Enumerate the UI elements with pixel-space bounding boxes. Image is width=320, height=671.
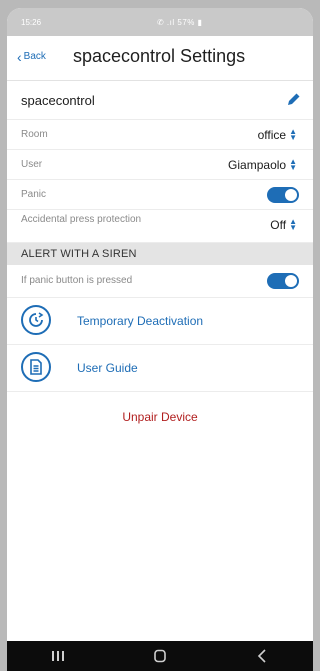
accidental-press-label: Accidental press protection (21, 214, 142, 225)
user-value: Giampaolo (228, 158, 287, 172)
accidental-press-value: Off (270, 218, 287, 232)
user-label: User (21, 159, 43, 170)
siren-toggle[interactable] (267, 273, 299, 289)
section-header-siren: ALERT WITH A SIREN (7, 243, 313, 265)
temporary-deactivation-button[interactable]: Temporary Deactivation (7, 298, 313, 345)
back-label: Back (23, 51, 46, 62)
user-row[interactable]: User Giampaolo ▲ ▼ (7, 150, 313, 180)
device-name-row[interactable]: spacecontrol (7, 81, 313, 120)
user-guide-label: User Guide (77, 361, 138, 375)
temporary-deactivation-label: Temporary Deactivation (77, 314, 204, 328)
toggle-knob (285, 275, 297, 287)
document-icon (21, 352, 51, 382)
room-row[interactable]: Room office ▲ ▼ (7, 120, 313, 150)
back-nav-icon[interactable] (232, 641, 292, 671)
unpair-device-label: Unpair Device (122, 410, 198, 424)
android-nav-bar (7, 641, 313, 671)
room-value: office (257, 128, 287, 142)
updown-chevron-icon: ▲ ▼ (289, 127, 297, 142)
home-icon[interactable] (130, 641, 190, 671)
panic-toggle[interactable] (267, 187, 299, 203)
panic-row: Panic (7, 180, 313, 210)
room-label: Room (21, 129, 48, 140)
status-icons: ✆ .ıl 57% ▮ (157, 18, 203, 27)
user-select[interactable]: Giampaolo ▲ ▼ (228, 157, 297, 173)
phone-screen: 15:26 ✆ .ıl 57% ▮ ‹ Back spacecontrol Se… (7, 8, 313, 671)
status-time: 15:26 (21, 18, 42, 27)
device-name: spacecontrol (21, 93, 95, 108)
toggle-knob (285, 189, 297, 201)
siren-label: If panic button is pressed (21, 275, 133, 286)
updown-chevron-icon: ▲ ▼ (289, 217, 297, 232)
page-title: spacecontrol Settings (73, 46, 246, 66)
back-button[interactable]: ‹ Back (17, 48, 46, 65)
room-select[interactable]: office ▲ ▼ (257, 127, 297, 143)
status-bar: 15:26 ✆ .ıl 57% ▮ (7, 8, 313, 36)
chevron-left-icon: ‹ (17, 48, 22, 65)
accidental-press-row[interactable]: Accidental press protection Off ▲ ▼ (7, 210, 313, 243)
siren-row: If panic button is pressed (7, 265, 313, 298)
panic-label: Panic (21, 189, 47, 200)
section-title: ALERT WITH A SIREN (21, 248, 137, 260)
recents-icon[interactable] (28, 641, 88, 671)
app-bar: ‹ Back spacecontrol Settings (7, 36, 313, 81)
timer-deactivate-icon (21, 305, 51, 335)
pencil-icon[interactable] (287, 92, 301, 111)
updown-chevron-icon: ▲ ▼ (289, 157, 297, 172)
accidental-press-select[interactable]: Off ▲ ▼ (270, 217, 297, 233)
user-guide-button[interactable]: User Guide (7, 345, 313, 392)
unpair-device-button[interactable]: Unpair Device (7, 392, 313, 442)
